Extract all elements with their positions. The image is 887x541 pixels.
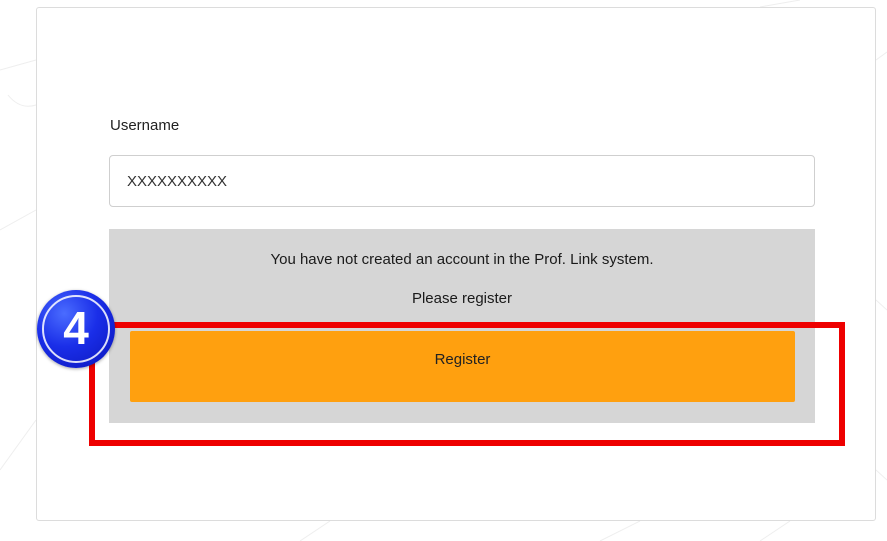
step-number: 4 bbox=[63, 302, 89, 354]
notice-message: You have not created an account in the P… bbox=[270, 251, 654, 268]
username-label: Username bbox=[110, 117, 180, 134]
step-number-badge: 4 bbox=[37, 290, 115, 368]
notice-register-prompt: Please register bbox=[411, 290, 513, 307]
username-input[interactable] bbox=[109, 155, 815, 207]
highlight-annotation-box bbox=[89, 322, 845, 446]
